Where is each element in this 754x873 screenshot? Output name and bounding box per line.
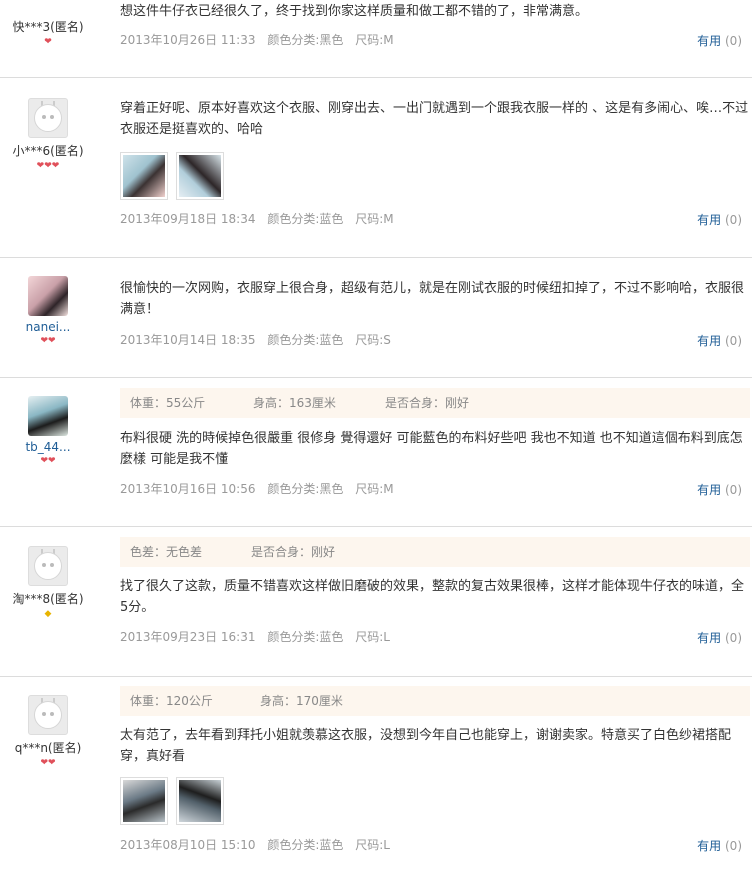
heart-icon: ❤ [48,456,56,466]
default-avatar[interactable] [28,695,68,735]
review-size: 尺码:M [355,33,394,47]
attr-weight: 体重：120公斤 [130,694,213,708]
review-photo[interactable] [176,777,224,825]
useful-button[interactable]: 有用 (0) [697,837,742,854]
review-size: 尺码:L [355,838,390,852]
attr-height: 身高：163厘米 [253,396,336,410]
divider [0,257,752,258]
review-text: 找了很久了这款，质量不错喜欢这样做旧磨破的效果，整款的复古效果很棒，这样才能体现… [120,579,745,615]
divider [0,526,752,527]
reviewer: q***n(匿名) ❤ ❤ [0,695,96,768]
review-photos [120,777,750,825]
attr-color-diff: 色差：无色差 [130,545,203,559]
buyer-attributes: 色差：无色差 是否合身：刚好 [120,537,750,567]
buyer-attributes: 体重：55公斤 身高：163厘米 是否合身：刚好 [120,388,750,418]
buyer-level-badge: ❤ [0,37,96,47]
attr-fit: 是否合身：刚好 [385,396,470,410]
review-meta: 2013年10月14日 18:35 颜色分类:蓝色 尺码:S [120,332,750,348]
useful-button[interactable]: 有用 (0) [697,629,742,646]
review-date: 2013年10月26日 11:33 [120,33,256,47]
heart-icon: ❤ [48,336,56,346]
review-color: 颜色分类:蓝色 [267,333,344,347]
user-avatar[interactable] [28,396,68,436]
buyer-level-badge: ❤ ❤ ❤ [0,161,96,171]
reviewer: 淘***8(匿名) ◆ [0,546,96,619]
reviewer: tb_44... ❤ ❤ [0,396,96,466]
buyer-level-badge: ◆ [0,609,96,619]
heart-icon: ❤ [51,161,60,171]
review-list: 快***3(匿名) ❤ 想这件牛仔衣已经很久了，终于找到你家这样质量和做工都不错… [0,0,754,873]
user-avatar[interactable] [28,276,68,316]
review-photo[interactable] [120,777,168,825]
review-size: 尺码:L [355,630,390,644]
heart-icon: ❤ [44,37,52,47]
review-text: 想这件牛仔衣已经很久了，终于找到你家这样质量和做工都不错的了，非常满意。 [120,4,589,19]
review-meta: 2013年10月16日 10:56 颜色分类:黑色 尺码:M [120,481,750,497]
review-meta: 2013年09月23日 16:31 颜色分类:蓝色 尺码:L [120,629,750,645]
review-text: 穿着正好呢、原本好喜欢这个衣服、刚穿出去、一出门就遇到一个跟我衣服一样的 、这是… [120,101,749,137]
attr-weight: 体重：55公斤 [130,396,206,410]
buyer-level-badge: ❤ ❤ [0,456,96,466]
divider [0,377,752,378]
reviewer: 小***6(匿名) ❤ ❤ ❤ [0,98,96,171]
review-date: 2013年10月14日 18:35 [120,333,256,347]
review-size: 尺码:M [355,482,394,496]
review-meta: 2013年10月26日 11:33 颜色分类:黑色 尺码:M [120,32,750,48]
useful-button[interactable]: 有用 (0) [697,32,742,49]
useful-button[interactable]: 有用 (0) [697,211,742,228]
buyer-level-badge: ❤ ❤ [0,336,96,346]
useful-button[interactable]: 有用 (0) [697,481,742,498]
reviewer: 快***3(匿名) ❤ [0,14,96,47]
attr-fit: 是否合身：刚好 [251,545,336,559]
review-color: 颜色分类:蓝色 [267,212,344,226]
review-meta: 2013年08月10日 15:10 颜色分类:蓝色 尺码:L [120,837,750,853]
buyer-level-badge: ❤ ❤ [0,758,96,768]
review-color: 颜色分类:黑色 [267,33,344,47]
divider [0,676,752,677]
diamond-icon: ◆ [44,609,52,619]
reviewer-name[interactable]: 淘***8(匿名) [0,590,96,607]
review-date: 2013年10月16日 10:56 [120,482,256,496]
default-avatar[interactable] [28,98,68,138]
review-photos [120,152,750,200]
review-size: 尺码:S [355,333,391,347]
reviewer: nanei... ❤ ❤ [0,276,96,346]
review-date: 2013年08月10日 15:10 [120,838,256,852]
review-date: 2013年09月23日 16:31 [120,630,256,644]
review-color: 颜色分类:蓝色 [267,630,344,644]
heart-icon: ❤ [36,161,45,171]
review-photo[interactable] [120,152,168,200]
heart-icon: ❤ [40,456,48,466]
review-color: 颜色分类:黑色 [267,482,344,496]
attr-height: 身高：170厘米 [260,694,343,708]
reviewer-name[interactable]: tb_44... [0,440,96,454]
buyer-attributes: 体重：120公斤 身高：170厘米 [120,686,750,716]
review-text: 太有范了，去年看到拜托小姐就羡慕这衣服，没想到今年自己也能穿上，谢谢卖家。特意买… [120,728,732,764]
review-text: 很愉快的一次网购，衣服穿上很合身，超级有范儿，就是在刚试衣服的时候纽扣掉了，不过… [120,281,745,317]
reviewer-name[interactable]: 快***3(匿名) [0,18,96,35]
review-color: 颜色分类:蓝色 [267,838,344,852]
review-size: 尺码:M [355,212,394,226]
reviewer-name[interactable]: q***n(匿名) [0,739,96,756]
reviewer-name[interactable]: 小***6(匿名) [0,142,96,159]
review-date: 2013年09月18日 18:34 [120,212,256,226]
review-text: 布料很硬 洗的時候掉色很嚴重 很修身 覺得還好 可能藍色的布料好些吧 我也不知道… [120,431,743,467]
heart-icon: ❤ [40,758,48,768]
divider [0,77,752,78]
review-photo[interactable] [176,152,224,200]
review-meta: 2013年09月18日 18:34 颜色分类:蓝色 尺码:M [120,211,750,227]
default-avatar[interactable] [28,546,68,586]
useful-button[interactable]: 有用 (0) [697,332,742,349]
heart-icon: ❤ [40,336,48,346]
heart-icon: ❤ [48,758,56,768]
reviewer-name[interactable]: nanei... [0,320,96,334]
heart-icon: ❤ [44,161,52,171]
